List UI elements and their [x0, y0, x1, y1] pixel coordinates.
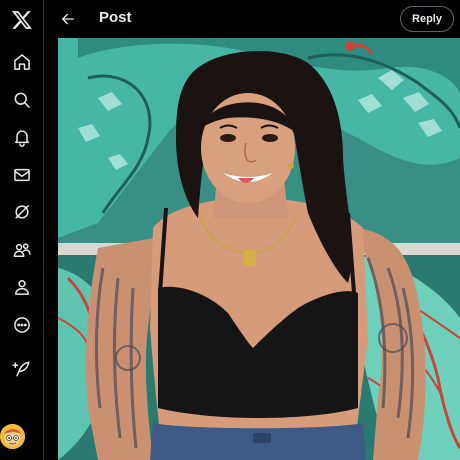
reply-button[interactable]: Reply — [400, 6, 454, 32]
photo-image — [58, 38, 460, 460]
slash-circle-icon[interactable] — [0, 197, 44, 227]
home-icon[interactable] — [0, 47, 44, 77]
bell-icon[interactable] — [0, 122, 44, 152]
search-icon[interactable] — [0, 85, 44, 115]
user-avatar[interactable] — [0, 424, 25, 449]
app-window: Post Reply — [0, 0, 460, 460]
person-icon[interactable] — [0, 272, 44, 302]
feather-plus-icon[interactable] — [0, 354, 44, 384]
back-button[interactable] — [53, 4, 83, 34]
post-media-photo[interactable] — [58, 38, 460, 460]
mail-icon[interactable] — [0, 160, 44, 190]
more-circle-icon[interactable] — [0, 310, 44, 340]
arrow-left-icon — [62, 13, 74, 25]
people-icon[interactable] — [0, 235, 44, 265]
post-header: Post Reply — [45, 0, 460, 38]
x-logo-icon[interactable] — [0, 5, 44, 35]
sidebar-nav — [0, 0, 44, 460]
page-title: Post — [99, 9, 132, 26]
